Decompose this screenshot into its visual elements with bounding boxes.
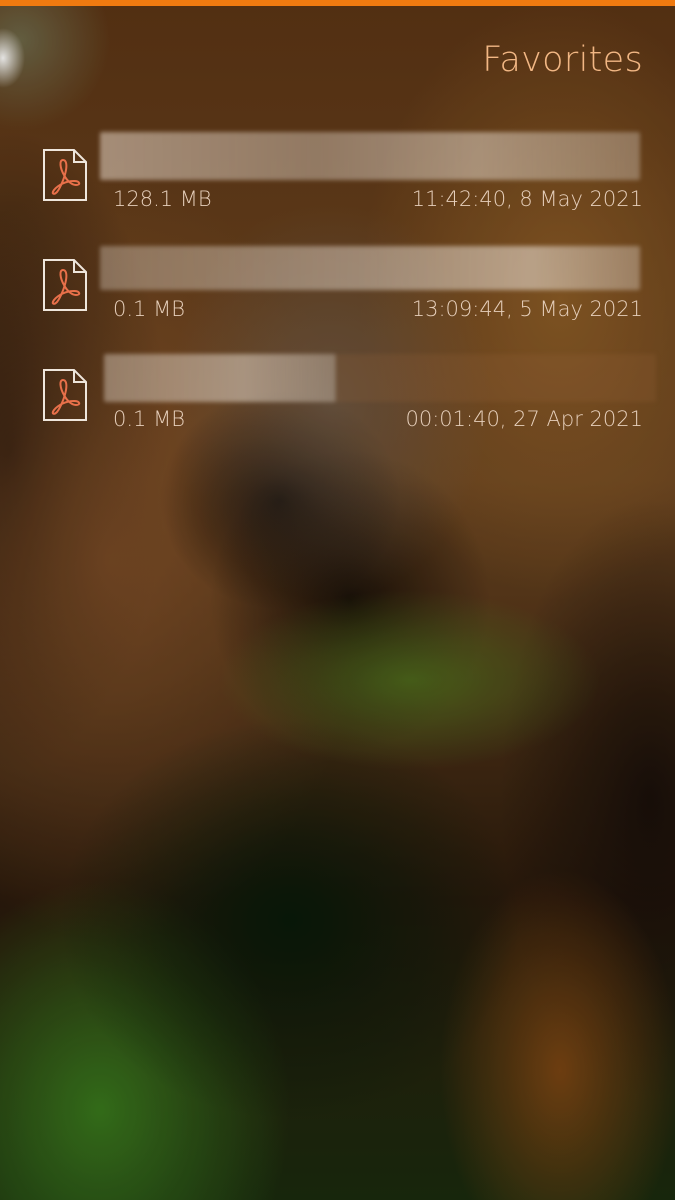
file-date: 11:42:40, 8 May 2021 [411, 187, 643, 211]
file-item[interactable]: 128.1 MB 11:42:40, 8 May 2021 [0, 130, 675, 230]
file-name-redacted-tail [336, 354, 656, 402]
file-size: 0.1 MB [113, 407, 185, 431]
file-name-redacted [100, 132, 640, 180]
pdf-icon [43, 259, 87, 311]
pdf-icon [43, 369, 87, 421]
file-size: 128.1 MB [113, 187, 212, 211]
file-item[interactable]: 0.1 MB 13:09:44, 5 May 2021 [0, 240, 675, 340]
file-name-redacted [104, 354, 336, 402]
top-accent-bar [0, 0, 675, 6]
file-size: 0.1 MB [113, 297, 185, 321]
file-name-redacted [100, 246, 640, 290]
file-item[interactable]: 0.1 MB 00:01:40, 27 Apr 2021 [0, 350, 675, 450]
file-date: 13:09:44, 5 May 2021 [411, 297, 643, 321]
pdf-icon [43, 149, 87, 201]
page-title: Favorites [482, 40, 643, 80]
file-date: 00:01:40, 27 Apr 2021 [405, 407, 643, 431]
